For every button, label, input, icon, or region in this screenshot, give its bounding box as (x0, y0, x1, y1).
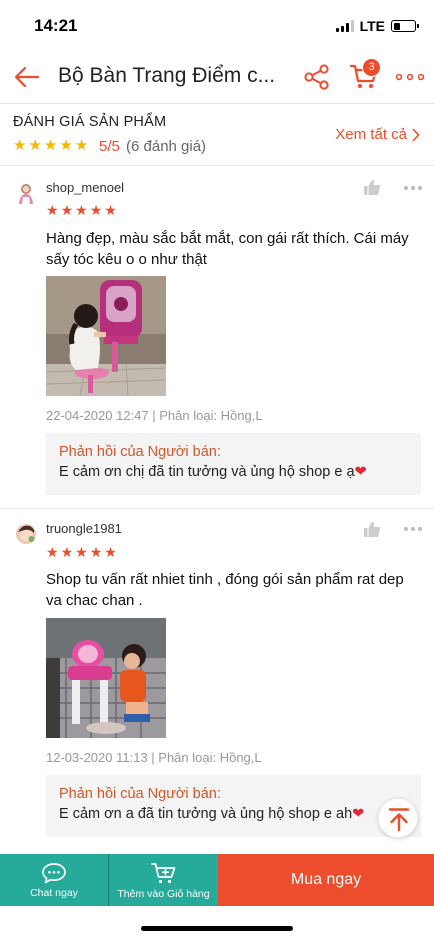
review-username[interactable]: truongle1981 (46, 521, 122, 536)
star-icon: ★ (46, 202, 59, 218)
chat-label: Chat ngay (30, 886, 78, 899)
review-username[interactable]: shop_menoel (46, 180, 124, 195)
more-icon (395, 73, 425, 81)
summary-count: (6 đánh giá) (126, 138, 207, 155)
more-button[interactable] (394, 62, 426, 92)
status-indicators: LTE (335, 18, 419, 34)
reply-text: E cảm ơn a đã tin tưởng và ủng hộ shop e… (59, 806, 365, 822)
see-all-link[interactable]: Xem tất cả (335, 126, 420, 143)
avatar[interactable] (16, 523, 36, 545)
thumbs-up-icon[interactable] (363, 520, 381, 538)
summary-rating: 5/5 (99, 138, 120, 155)
heart-icon: ❤ (352, 806, 365, 822)
more-options-icon[interactable] (403, 185, 423, 191)
heart-icon: ❤ (354, 464, 367, 480)
battery-icon (391, 20, 419, 32)
network-type: LTE (359, 18, 385, 34)
status-time: 14:21 (34, 16, 78, 35)
thumbs-up-icon[interactable] (363, 178, 381, 196)
share-button[interactable] (302, 62, 332, 92)
arrow-up-icon (388, 808, 410, 832)
see-all-label: Xem tất cả (335, 126, 407, 143)
star-icon: ★ (46, 544, 59, 560)
star-icon: ★ (43, 137, 58, 154)
review-item: truongle1981 ★ ★ ★ ★ ★ Shop tu vấn rất n… (0, 509, 434, 854)
seller-reply: Phản hồi của Người bán: E cảm ơn a đã ti… (46, 775, 421, 837)
star-icon: ★ (13, 137, 27, 154)
review-item: shop_menoel ★ ★ ★ ★ ★ Hàng đẹp, màu sắc … (0, 166, 434, 508)
star-icon: ★ (75, 202, 88, 218)
avatar[interactable] (16, 182, 36, 204)
star-icon: ★ (89, 202, 103, 218)
star-icon: ★ (60, 544, 74, 560)
star-icon: ★ (89, 544, 103, 560)
chevron-right-icon (412, 127, 420, 142)
add-cart-icon (150, 862, 175, 883)
add-cart-label: Thêm vào Giỏ hàng (117, 887, 210, 900)
review-photo[interactable] (46, 276, 166, 396)
summary-stars: ★ ★ ★ ★ ★ (13, 138, 88, 154)
star-icon: ★ (104, 544, 117, 560)
home-indicator[interactable] (141, 926, 293, 931)
star-icon: ★ (59, 137, 73, 154)
review-stars: ★ ★ ★ ★ ★ (46, 202, 117, 218)
rating-summary: ĐÁNH GIÁ SẢN PHẨM ★ ★ ★ ★ ★ 5/5 (6 đánh … (0, 104, 434, 166)
star-icon: ★ (60, 202, 74, 218)
star-icon: ★ (75, 544, 88, 560)
review-photo[interactable] (46, 618, 166, 738)
reply-title: Phản hồi của Người bán: (59, 786, 221, 802)
page-title: Bộ Bàn Trang Điểm c... (58, 64, 276, 87)
back-button[interactable] (12, 62, 42, 92)
signal-icon (335, 20, 354, 32)
cart-badge: 3 (362, 58, 381, 77)
bottom-action-bar: Chat ngay Thêm vào Giỏ hàng Mua ngay (0, 854, 434, 906)
chat-icon (42, 862, 66, 883)
seller-reply: Phản hồi của Người bán: E cảm ơn chị đã … (46, 433, 421, 495)
star-icon: ★ (74, 137, 89, 154)
review-meta: 12-03-2020 11:13 | Phân loại: Hồng,L (46, 750, 262, 765)
review-text: Hàng đẹp, màu sắc bắt mắt, con gái rất t… (46, 230, 409, 268)
review-text: Shop tu vấn rất nhiet tinh , đóng gói sả… (46, 571, 404, 609)
scroll-to-top-button[interactable] (378, 798, 418, 838)
review-meta: 22-04-2020 12:47 | Phân loại: Hồng,L (46, 408, 263, 423)
review-stars: ★ ★ ★ ★ ★ (46, 544, 117, 560)
status-bar: 14:21 LTE (0, 0, 434, 50)
chat-button[interactable]: Chat ngay (0, 854, 109, 906)
star-icon: ★ (104, 202, 117, 218)
star-icon: ★ (28, 137, 42, 154)
summary-title: ĐÁNH GIÁ SẢN PHẨM (13, 114, 167, 130)
buy-now-button[interactable]: Mua ngay (218, 854, 434, 906)
more-options-icon[interactable] (403, 526, 423, 532)
add-to-cart-button[interactable]: Thêm vào Giỏ hàng (109, 854, 218, 906)
reply-text: E cảm ơn chị đã tin tưởng và ủng hộ shop… (59, 464, 367, 480)
share-icon (304, 64, 329, 90)
back-arrow-icon (14, 66, 40, 88)
reply-title: Phản hồi của Người bán: (59, 444, 221, 460)
